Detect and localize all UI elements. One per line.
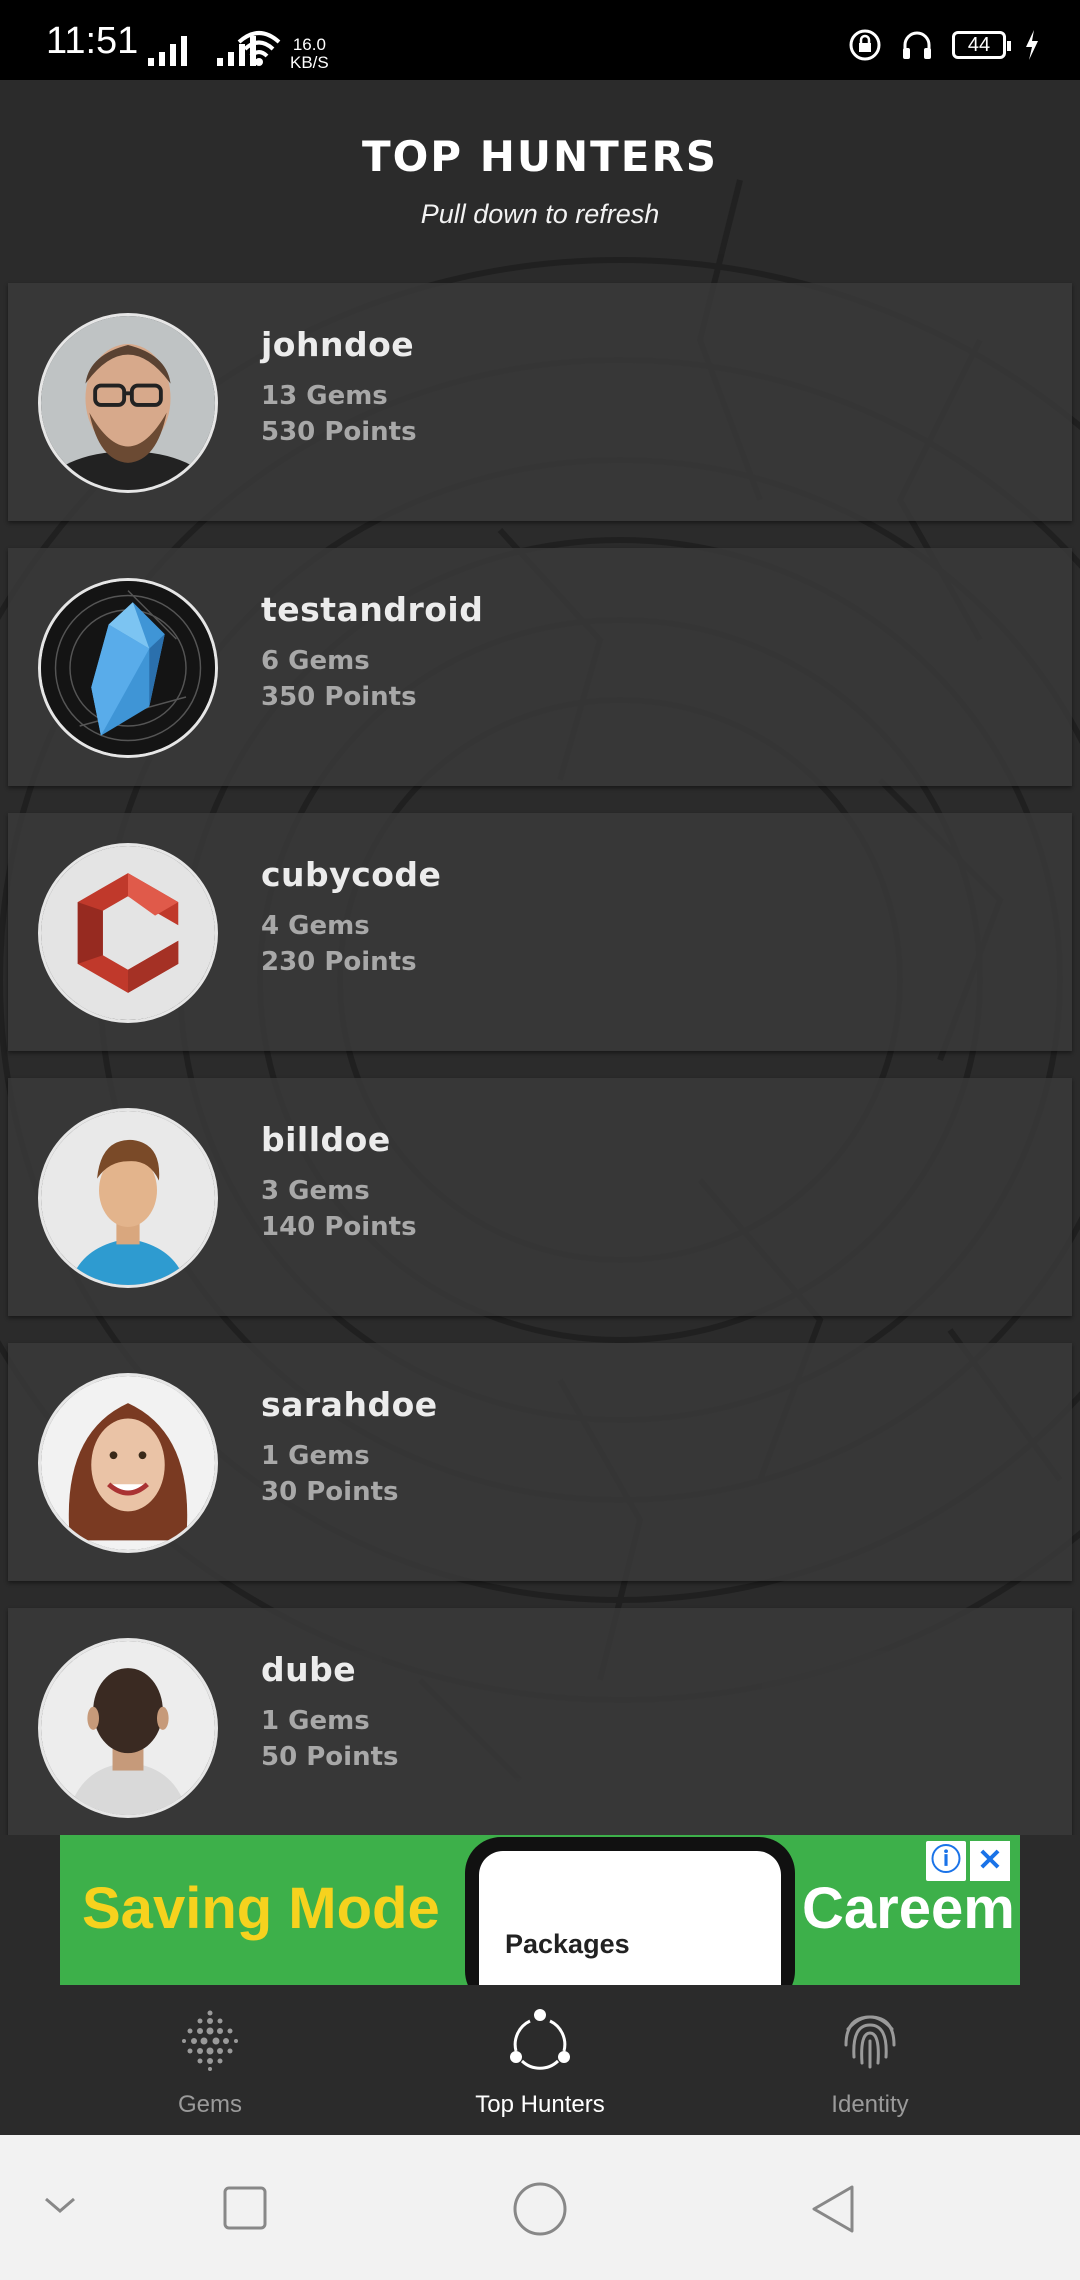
hunter-points: 350 Points	[261, 682, 417, 712]
network-speed: 16.0 KB/S	[290, 36, 329, 72]
page-title: TOP HUNTERS	[361, 132, 719, 181]
ad-screen-title: Packages	[505, 1929, 630, 1959]
hunter-gems: 1 Gems	[261, 1441, 370, 1471]
top-hunters-screen[interactable]: TOP HUNTERS Pull down to refresh johndoe…	[0, 80, 1080, 1835]
speed-unit: KB/S	[290, 53, 329, 72]
hunter-card[interactable]: billdoe 3 Gems 140 Points	[8, 1078, 1072, 1316]
back-icon[interactable]	[808, 2183, 858, 2235]
hunter-points: 50 Points	[261, 1742, 399, 1772]
tab-identity[interactable]: Identity	[690, 1985, 1050, 2135]
tab-gems-label: Gems	[177, 2091, 242, 2118]
hunter-card[interactable]: testandroid 6 Gems 350 Points	[8, 548, 1072, 786]
hunter-points: 140 Points	[261, 1212, 417, 1242]
refresh-hint: Pull down to refresh	[420, 199, 660, 229]
system-navigation-bar	[0, 2135, 1080, 2280]
avatar	[38, 313, 218, 493]
ad-info-icon[interactable]: ⓘ	[926, 1841, 966, 1881]
home-icon[interactable]	[512, 2181, 568, 2237]
hunter-card[interactable]: cubycode 4 Gems 230 Points	[8, 813, 1072, 1051]
hunter-username: cubycode	[261, 855, 442, 894]
hunter-card[interactable]: dube 1 Gems 50 Points	[8, 1608, 1072, 1835]
hunter-username: johndoe	[261, 325, 415, 364]
charging-icon	[1026, 30, 1038, 60]
hunter-card[interactable]: sarahdoe 1 Gems 30 Points	[8, 1343, 1072, 1581]
ad-phone-image: Packages	[465, 1837, 795, 1985]
speed-value: 16.0	[292, 35, 326, 54]
hunters-list[interactable]: johndoe 13 Gems 530 Points testandroid 6…	[8, 283, 1072, 1835]
avatar	[38, 578, 218, 758]
tab-identity-label: Identity	[831, 2091, 909, 2118]
hunter-gems: 4 Gems	[261, 911, 370, 941]
hunter-gems: 3 Gems	[261, 1176, 370, 1206]
hunter-points: 230 Points	[261, 947, 417, 977]
hunter-username: dube	[261, 1650, 357, 1689]
bottom-navigation: Gems Top Hunters Identity	[0, 1985, 1080, 2135]
ad-banner[interactable]: Saving Mode Packages Careem ⓘ ✕	[60, 1835, 1020, 1985]
status-bar: 11:51 16.0 KB/S 44	[0, 0, 1080, 80]
hunter-card[interactable]: johndoe 13 Gems 530 Points	[8, 283, 1072, 521]
chevron-down-icon[interactable]	[42, 2193, 78, 2217]
hunter-gems: 13 Gems	[261, 381, 388, 411]
recent-apps-icon[interactable]	[222, 2185, 268, 2231]
ad-close-icon[interactable]: ✕	[970, 1841, 1010, 1881]
tab-top-hunters[interactable]: Top Hunters	[360, 1985, 720, 2135]
hunter-gems: 1 Gems	[261, 1706, 370, 1736]
hunter-points: 530 Points	[261, 417, 417, 447]
avatar	[38, 843, 218, 1023]
hunter-username: sarahdoe	[261, 1385, 438, 1424]
share-nodes-icon	[510, 2009, 570, 2070]
headphones-icon	[903, 31, 931, 59]
lock-rotation-icon	[849, 29, 881, 61]
tab-top-hunters-label: Top Hunters	[475, 2091, 605, 2118]
wifi-icon	[237, 31, 281, 66]
ad-headline: Saving Mode	[82, 1876, 440, 1941]
avatar	[38, 1638, 218, 1818]
avatar	[38, 1373, 218, 1553]
battery-level: 44	[967, 34, 991, 56]
hunter-username: billdoe	[261, 1120, 391, 1159]
dots-grid-icon	[182, 2010, 238, 2071]
tab-gems[interactable]: Gems	[30, 1985, 390, 2135]
clock: 11:51	[46, 20, 139, 62]
battery-icon: 44	[952, 31, 1011, 59]
fingerprint-icon	[844, 2015, 896, 2069]
hunter-gems: 6 Gems	[261, 646, 370, 676]
hunter-points: 30 Points	[261, 1477, 399, 1507]
hunter-username: testandroid	[261, 590, 484, 629]
ad-brand: Careem	[802, 1876, 1015, 1941]
avatar	[38, 1108, 218, 1288]
